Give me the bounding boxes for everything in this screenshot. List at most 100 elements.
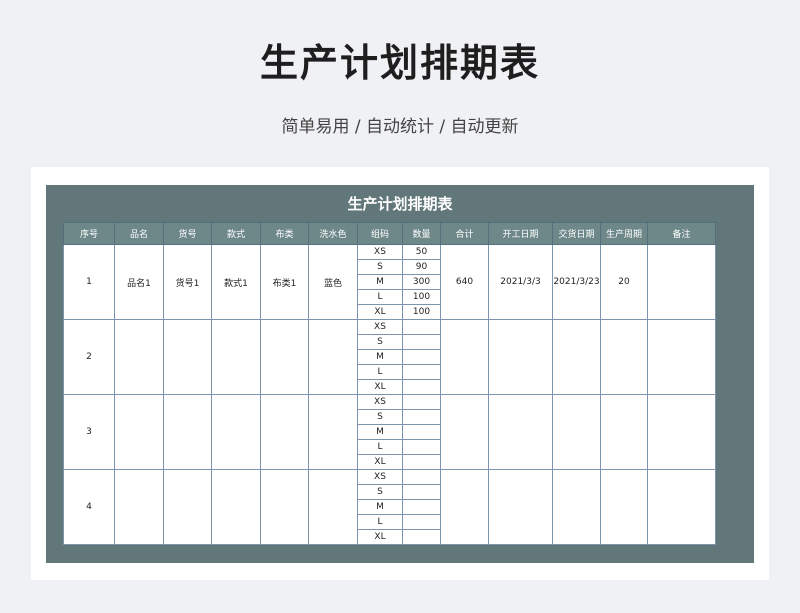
cell-qty[interactable] bbox=[402, 454, 441, 470]
cell-name[interactable] bbox=[114, 319, 164, 395]
cell-qty[interactable] bbox=[402, 349, 441, 365]
cell-size[interactable]: XS bbox=[357, 469, 403, 485]
cell-start-date[interactable] bbox=[488, 469, 553, 545]
cell-size[interactable]: L bbox=[357, 364, 403, 380]
cell-size[interactable]: S bbox=[357, 484, 403, 500]
table-row: 4 XS bbox=[63, 469, 716, 545]
cell-no[interactable]: 3 bbox=[63, 394, 115, 470]
cell-size[interactable]: M bbox=[357, 499, 403, 515]
cell-delivery-date[interactable] bbox=[552, 469, 601, 545]
cell-qty[interactable]: 100 bbox=[402, 304, 441, 320]
cell-no[interactable]: 1 bbox=[63, 244, 115, 320]
sheet-title: 生产计划排期表 bbox=[347, 195, 453, 213]
cell-qty[interactable] bbox=[402, 514, 441, 530]
cell-size[interactable]: M bbox=[357, 274, 403, 290]
cell-size[interactable]: S bbox=[357, 409, 403, 425]
cell-total[interactable] bbox=[440, 319, 489, 395]
cell-item-no[interactable] bbox=[163, 319, 212, 395]
cell-cycle[interactable]: 20 bbox=[600, 244, 648, 320]
cell-cycle[interactable] bbox=[600, 394, 648, 470]
column-header: 合计 bbox=[440, 222, 489, 245]
cell-fabric[interactable] bbox=[260, 394, 309, 470]
cell-remark[interactable] bbox=[647, 394, 716, 470]
cell-size[interactable]: L bbox=[357, 289, 403, 305]
cell-start-date[interactable]: 2021/3/3 bbox=[488, 244, 553, 320]
cell-qty[interactable]: 300 bbox=[402, 274, 441, 290]
table-row: 2 XS bbox=[63, 319, 716, 395]
cell-qty[interactable] bbox=[402, 529, 441, 545]
cell-fabric[interactable] bbox=[260, 319, 309, 395]
cell-fabric[interactable] bbox=[260, 469, 309, 545]
cell-remark[interactable] bbox=[647, 319, 716, 395]
column-header: 交货日期 bbox=[552, 222, 601, 245]
cell-qty[interactable] bbox=[402, 319, 441, 335]
cell-item-no[interactable] bbox=[163, 394, 212, 470]
spreadsheet: 生产计划排期表 序号 品名 货号 款式 布类 洗水色 组码 数量 合计 开工日期 交货日期 生产周期备… bbox=[46, 185, 754, 563]
cell-delivery-date[interactable]: 2021/3/23 bbox=[552, 244, 601, 320]
cell-size[interactable]: M bbox=[357, 349, 403, 365]
cell-size[interactable]: XL bbox=[357, 304, 403, 320]
cell-wash-color[interactable] bbox=[308, 319, 358, 395]
cell-size[interactable]: M bbox=[357, 424, 403, 440]
cell-qty[interactable] bbox=[402, 394, 441, 410]
cell-qty[interactable] bbox=[402, 334, 441, 350]
cell-item-no[interactable] bbox=[163, 469, 212, 545]
page-title: 生产计划排期表 bbox=[259, 41, 540, 85]
schedule-table: 序号 品名 货号 款式 布类 洗水色 组码 数量 合计 开工日期 交货日期 生产周期 备注 1 品名1 货号… bbox=[63, 222, 716, 545]
page-subtitle: 简单易用 / 自动统计 / 自动更新 bbox=[281, 117, 519, 137]
cell-size[interactable]: L bbox=[357, 439, 403, 455]
cell-qty[interactable]: 50 bbox=[402, 244, 441, 260]
cell-qty[interactable] bbox=[402, 484, 441, 500]
column-header: 洗水色 bbox=[308, 222, 358, 245]
cell-size[interactable]: L bbox=[357, 514, 403, 530]
cell-size[interactable]: S bbox=[357, 334, 403, 350]
cell-name[interactable]: 品名1 bbox=[114, 244, 164, 320]
cell-qty[interactable] bbox=[402, 439, 441, 455]
cell-size[interactable]: XS bbox=[357, 244, 403, 260]
cell-delivery-date[interactable] bbox=[552, 394, 601, 470]
cell-cycle[interactable] bbox=[600, 469, 648, 545]
cell-qty[interactable] bbox=[402, 364, 441, 380]
cell-no[interactable]: 2 bbox=[63, 319, 115, 395]
cell-size[interactable]: XS bbox=[357, 319, 403, 335]
cell-qty[interactable] bbox=[402, 379, 441, 395]
cell-total[interactable] bbox=[440, 394, 489, 470]
cell-start-date[interactable] bbox=[488, 394, 553, 470]
cell-size[interactable]: XS bbox=[357, 394, 403, 410]
column-header: 货号 bbox=[163, 222, 212, 245]
cell-qty[interactable] bbox=[402, 409, 441, 425]
cell-qty[interactable]: 100 bbox=[402, 289, 441, 305]
cell-delivery-date[interactable] bbox=[552, 319, 601, 395]
cell-qty[interactable]: 90 bbox=[402, 259, 441, 275]
cell-name[interactable] bbox=[114, 394, 164, 470]
column-header: 开工日期 bbox=[488, 222, 553, 245]
cell-size[interactable]: XL bbox=[357, 529, 403, 545]
cell-style[interactable]: 款式1 bbox=[211, 244, 261, 320]
cell-item-no[interactable]: 货号1 bbox=[163, 244, 212, 320]
column-header: 生产周期 bbox=[600, 222, 648, 245]
cell-name[interactable] bbox=[114, 469, 164, 545]
cell-remark[interactable] bbox=[647, 244, 716, 320]
cell-size[interactable]: XL bbox=[357, 454, 403, 470]
cell-no[interactable]: 4 bbox=[63, 469, 115, 545]
cell-size[interactable]: S bbox=[357, 259, 403, 275]
cell-total[interactable] bbox=[440, 469, 489, 545]
cell-cycle[interactable] bbox=[600, 319, 648, 395]
column-header: 备注 bbox=[647, 222, 716, 245]
cell-size[interactable]: XL bbox=[357, 379, 403, 395]
cell-wash-color[interactable] bbox=[308, 469, 358, 545]
column-header: 款式 bbox=[211, 222, 261, 245]
cell-total[interactable]: 640 bbox=[440, 244, 489, 320]
cell-remark[interactable] bbox=[647, 469, 716, 545]
cell-wash-color[interactable]: 蓝色 bbox=[308, 244, 358, 320]
cell-style[interactable] bbox=[211, 319, 261, 395]
cell-style[interactable] bbox=[211, 469, 261, 545]
cell-qty[interactable] bbox=[402, 424, 441, 440]
cell-qty[interactable] bbox=[402, 469, 441, 485]
cell-wash-color[interactable] bbox=[308, 394, 358, 470]
cell-qty[interactable] bbox=[402, 499, 441, 515]
cell-style[interactable] bbox=[211, 394, 261, 470]
cell-start-date[interactable] bbox=[488, 319, 553, 395]
cell-fabric[interactable]: 布类1 bbox=[260, 244, 309, 320]
header-row: 序号 品名 货号 款式 布类 洗水色 组码 数量 合计 开工日期 交货日期 生产周期 备注 bbox=[63, 222, 716, 245]
